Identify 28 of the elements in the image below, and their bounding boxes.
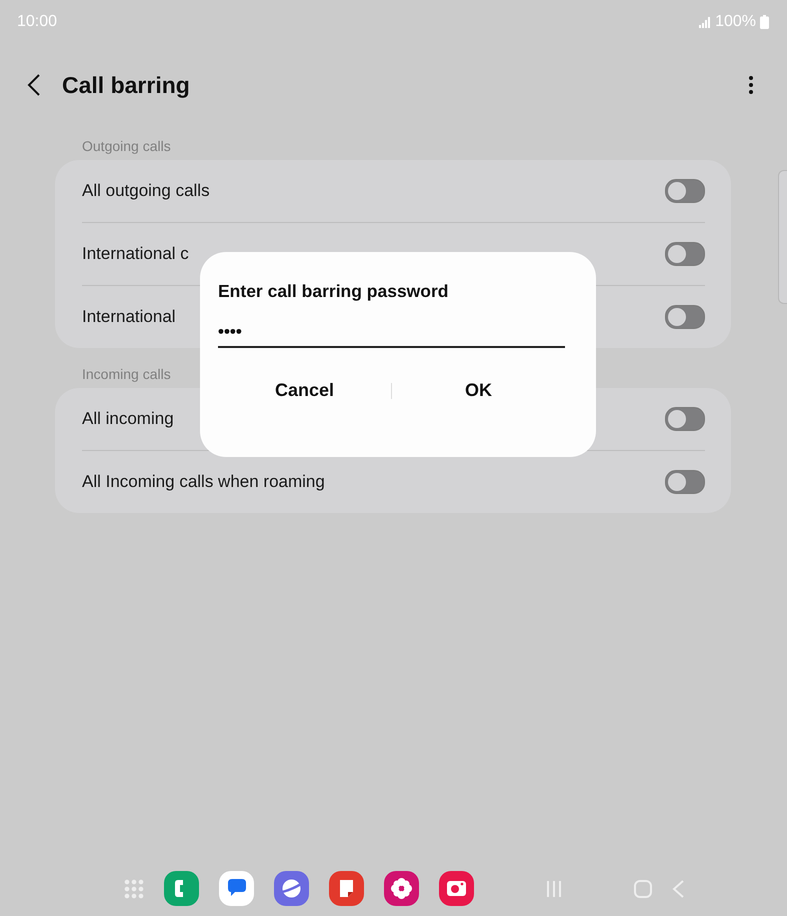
more-options-icon[interactable]	[749, 76, 753, 94]
dialog-title: Enter call barring password	[218, 281, 450, 302]
phone-app-icon[interactable]	[164, 871, 198, 906]
signal-icon	[699, 16, 712, 28]
toggle-switch[interactable]	[665, 179, 705, 203]
battery-icon	[760, 15, 769, 29]
setting-label[interactable]: International	[82, 307, 176, 327]
toggle-switch[interactable]	[665, 242, 705, 266]
password-field[interactable]: ••••	[218, 322, 565, 348]
scrollbar[interactable]	[778, 170, 787, 304]
dialog-button[interactable]: OK	[392, 374, 565, 407]
toggle-switch[interactable]	[665, 305, 705, 329]
notes-app-icon[interactable]	[328, 871, 364, 906]
section-header: Outgoing calls	[81, 137, 172, 156]
messages-app-icon[interactable]	[218, 871, 254, 906]
browser-app-icon[interactable]	[274, 871, 308, 906]
camera-app-icon[interactable]	[438, 871, 474, 906]
toggle-switch[interactable]	[665, 470, 705, 494]
setting-label[interactable]: International c	[82, 244, 189, 264]
setting-label[interactable]: All Incoming calls when roaming	[82, 472, 325, 492]
setting-label[interactable]: All incoming	[82, 409, 174, 429]
dialog-button[interactable]: Cancel	[218, 374, 391, 407]
toggle-switch[interactable]	[665, 407, 705, 431]
page-title: Call barring	[62, 72, 191, 98]
flower-app-icon[interactable]	[384, 871, 418, 906]
section-header: Incoming calls	[81, 365, 172, 384]
setting-label[interactable]: All outgoing calls	[82, 181, 210, 201]
back-icon[interactable]	[27, 74, 41, 96]
